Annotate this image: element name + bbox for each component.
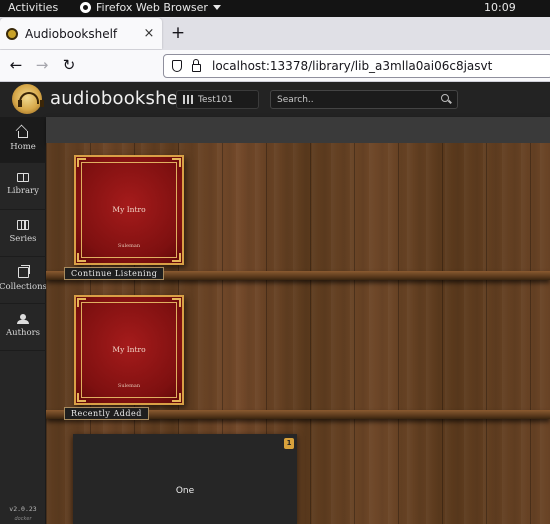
tab-close-icon[interactable]: × [140,26,158,41]
new-tab-button[interactable]: + [170,23,186,43]
series-card[interactable]: One [73,434,297,524]
sidebar: Home Library Series Collections Authors … [0,117,47,524]
sidebar-item-collections[interactable]: Collections [0,258,47,304]
library-select[interactable]: Test101 [176,90,259,109]
series-title: One [175,486,195,496]
sidebar-item-label: Home [10,142,36,152]
book-cover[interactable]: My Intro Suleman [74,295,184,405]
shelf-label-recently-added: Recently Added [64,407,149,420]
users-icon [16,314,30,324]
cover-ornament [77,298,86,307]
app-menu[interactable]: Firefox Web Browser [80,1,221,14]
browser-nav-bar: ← → ↻ localhost:13378/library/lib_a3mlla… [0,50,550,82]
series-count-badge: 1 [284,438,294,449]
columns-icon [17,220,29,230]
book-icon [17,173,29,182]
lock-icon[interactable] [192,59,201,72]
shield-icon[interactable] [172,60,182,72]
book-title: My Intro [112,205,146,214]
tab-title: Audiobookshelf [25,26,118,41]
activities-button[interactable]: Activities [8,1,58,14]
url-text[interactable]: localhost:13378/library/lib_a3mlla0ai06c… [212,59,492,73]
chevron-down-icon [212,5,221,10]
search-icon[interactable] [441,94,449,102]
cover-ornament [172,298,181,307]
library-books-icon [183,95,193,104]
firefox-icon [80,2,91,13]
library-name: Test101 [198,94,233,105]
bookshelf: My Intro Suleman Continue Listening My I… [46,143,550,524]
book-author: Suleman [117,383,141,389]
book-title: My Intro [112,345,146,354]
reload-button[interactable]: ↻ [60,56,78,74]
sidebar-item-series[interactable]: Series [0,211,46,257]
book-cover[interactable]: My Intro Suleman [74,155,184,265]
sidebar-item-label: Series [9,234,37,244]
app-header: audiobookshelf Test101 [0,82,550,117]
cover-ornament [77,393,86,402]
home-icon [18,131,28,138]
sidebar-item-authors[interactable]: Authors [0,305,46,351]
app-title[interactable]: audiobookshelf [50,88,190,109]
cover-ornament [77,158,86,167]
audiobookshelf-favicon-icon [6,27,18,40]
build-label: docker [14,516,32,522]
forward-button[interactable]: → [33,56,51,74]
cover-ornament [172,253,181,262]
clock[interactable]: 10:09 [484,1,516,14]
url-bar[interactable]: localhost:13378/library/lib_a3mlla0ai06c… [163,54,550,78]
cover-ornament [77,253,86,262]
sidebar-item-library[interactable]: Library [0,164,46,210]
shelf-label-continue-listening: Continue Listening [64,267,165,280]
system-top-bar: Activities Firefox Web Browser 10:09 [0,0,550,17]
sidebar-item-label: Library [7,186,39,196]
app-menu-label: Firefox Web Browser [96,1,208,14]
cover-ornament [172,393,181,402]
search-input[interactable] [270,90,458,109]
book-author: Suleman [117,243,141,249]
cover-ornament [172,158,181,167]
collections-icon [17,265,30,278]
browser-tab[interactable]: Audiobookshelf × [0,18,162,49]
audiobookshelf-logo-icon[interactable] [12,84,44,114]
content-toolbar [46,117,550,143]
sidebar-item-home[interactable]: Home [0,117,46,163]
sidebar-item-label: Collections [0,282,47,292]
back-button[interactable]: ← [7,56,25,74]
browser-tab-strip: Audiobookshelf × + [0,17,550,50]
version-label: v2.0.23 [9,505,37,513]
sidebar-item-label: Authors [5,328,41,338]
